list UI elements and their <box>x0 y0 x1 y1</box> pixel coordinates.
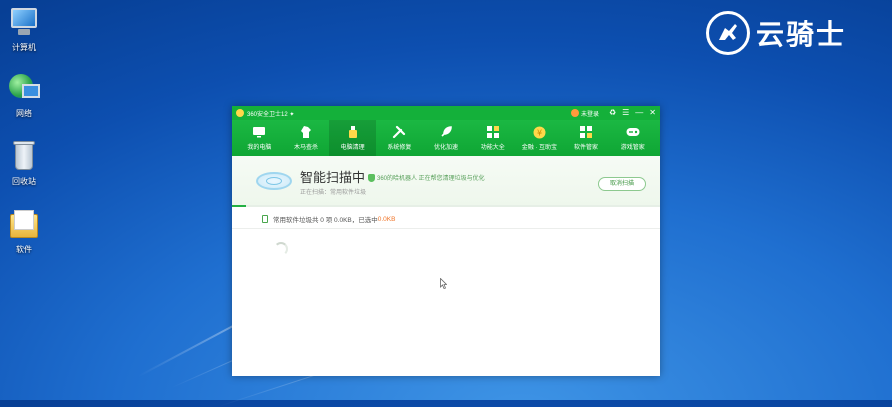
broom-icon <box>346 125 360 139</box>
title-bar[interactable]: 360安全卫士12 ✦ 未登录 ♻ ☰ — ✕ <box>232 106 660 120</box>
logo-text: 云骑士 <box>756 18 847 51</box>
nav-label: 软件管家 <box>574 145 599 151</box>
app-logo-icon <box>236 109 244 117</box>
apps-icon <box>579 125 593 139</box>
scan-tip: 360的哈机器人 正在帮您清理垃圾与优化 <box>368 173 485 182</box>
junk-category-row[interactable]: 常用软件垃圾 共 0 项 0.0KB，已选中 0.0KB <box>232 210 660 229</box>
desktop-icon-network[interactable]: 网络 <box>2 72 46 119</box>
nav-label: 优化加速 <box>434 145 459 151</box>
nav-system-repair[interactable]: 系统修复 <box>376 120 423 156</box>
nav-label: 电脑清理 <box>340 145 365 151</box>
network-icon <box>6 72 42 106</box>
grid-icon <box>486 125 500 139</box>
window-title: 360安全卫士12 ✦ <box>247 111 295 118</box>
scan-progress-fill <box>232 205 247 207</box>
document-icon <box>262 215 268 223</box>
recycle-bin-icon <box>6 140 42 174</box>
security-app-window: 360安全卫士12 ✦ 未登录 ♻ ☰ — ✕ 我的电脑 木马查杀 电脑清理 系… <box>232 106 660 376</box>
nav-trojan-scan[interactable]: 木马查杀 <box>283 120 330 156</box>
nav-all-features[interactable]: 功能大全 <box>469 120 516 156</box>
nav-label: 功能大全 <box>480 145 505 151</box>
desktop-icon-folder[interactable]: 软件 <box>2 208 46 255</box>
user-avatar-icon <box>570 109 579 117</box>
nav-pc-cleanup[interactable]: 电脑清理 <box>329 120 377 156</box>
knight-seal-icon <box>706 11 750 55</box>
close-button[interactable]: ✕ <box>649 109 656 117</box>
scan-heading: 智能扫描中 <box>300 170 366 185</box>
junk-category-summary: 共 0 项 0.0KB，已选中 <box>312 217 378 224</box>
desktop-icon-recycle-bin[interactable]: 回收站 <box>2 140 46 187</box>
scan-subtitle: 正在扫描：常用软件垃圾 <box>300 190 367 196</box>
nav-finance[interactable]: ¥ 金融 · 互助宝 <box>516 120 563 156</box>
minimize-button[interactable]: — <box>635 109 643 117</box>
desktop-icon-label: 回收站 <box>12 177 36 186</box>
radar-icon <box>256 166 292 192</box>
rocket-icon <box>439 125 453 139</box>
junk-category-label: 常用软件垃圾 <box>273 217 312 224</box>
scan-tip-text: 360的哈机器人 正在帮您清理垃圾与优化 <box>377 176 485 182</box>
horse-icon <box>299 125 313 139</box>
nav-label: 金融 · 互助宝 <box>521 145 558 151</box>
nav-label: 我的电脑 <box>247 145 272 151</box>
skin-button[interactable]: ♻ <box>609 109 616 117</box>
login-label: 未登录 <box>580 111 599 118</box>
scan-progress-bar <box>232 205 660 207</box>
folder-icon <box>6 208 42 242</box>
junk-selected-size: 0.0KB <box>377 215 396 223</box>
monitor-icon <box>252 125 266 139</box>
svg-text:¥: ¥ <box>537 128 542 137</box>
wrench-icon <box>392 125 406 139</box>
nav-my-computer[interactable]: 我的电脑 <box>236 120 283 156</box>
loading-spinner-icon <box>274 242 288 256</box>
nav-label: 系统修复 <box>387 145 412 151</box>
shield-icon <box>368 173 375 182</box>
nav-speedup[interactable]: 优化加速 <box>423 120 470 156</box>
brand-logo: 云骑士 <box>706 8 846 58</box>
desktop-icon-computer[interactable]: 计算机 <box>2 6 46 53</box>
menu-button[interactable]: ☰ <box>622 109 629 117</box>
gamepad-icon <box>626 125 640 139</box>
login-button[interactable]: 未登录 <box>570 109 599 118</box>
computer-icon <box>6 6 42 40</box>
desktop-icon-label: 网络 <box>16 109 32 118</box>
scan-status-panel: 智能扫描中 360的哈机器人 正在帮您清理垃圾与优化 正在扫描：常用软件垃圾 <box>232 156 660 207</box>
coin-icon: ¥ <box>532 125 546 139</box>
desktop-icon-label: 软件 <box>16 245 32 254</box>
main-nav: 我的电脑 木马查杀 电脑清理 系统修复 优化加速 功能大全 ¥ 金融 · 互助宝 <box>232 120 660 156</box>
nav-label: 游戏管家 <box>620 145 645 151</box>
nav-label: 木马查杀 <box>294 145 319 151</box>
mouse-cursor-icon <box>440 278 447 289</box>
nav-game-manager[interactable]: 游戏管家 <box>609 120 656 156</box>
cancel-scan-button[interactable]: 取消扫描 <box>598 177 646 191</box>
nav-software-manager[interactable]: 软件管家 <box>563 120 610 156</box>
desktop-icon-label: 计算机 <box>12 43 36 52</box>
